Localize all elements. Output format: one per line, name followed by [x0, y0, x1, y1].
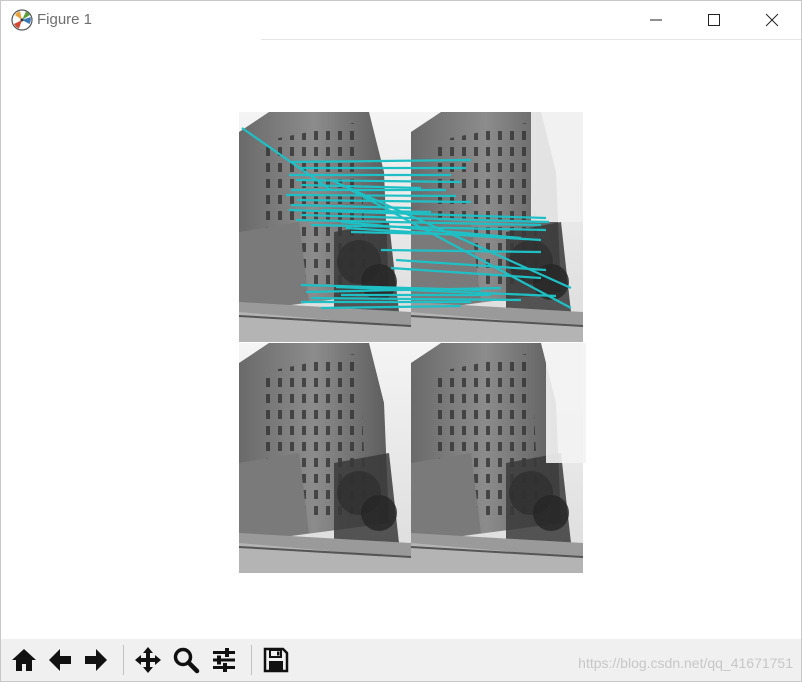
magnifier-icon — [173, 647, 200, 674]
arrow-right-icon — [85, 649, 107, 671]
title-bar[interactable]: Figure 1 — [1, 1, 801, 39]
arrow-left-icon — [49, 649, 71, 671]
sliders-icon — [213, 648, 235, 672]
floppy-disk-icon — [263, 647, 289, 673]
minimize-icon — [650, 19, 662, 21]
move-icon — [135, 647, 161, 673]
zoom-button[interactable] — [169, 643, 203, 677]
figure-window: Figure 1 https://blog.csdn.net/qq_416717… — [0, 0, 802, 682]
navigation-toolbar: https://blog.csdn.net/qq_41671751 — [1, 639, 801, 681]
home-icon — [12, 649, 36, 671]
image-panel-bottom-right — [410, 342, 586, 574]
configure-subplots-button[interactable] — [207, 643, 241, 677]
image-panel-bottom-left — [238, 342, 412, 574]
window-title: Figure 1 — [37, 11, 93, 28]
figure-canvas[interactable] — [1, 40, 801, 638]
close-button[interactable] — [743, 1, 801, 39]
pan-button[interactable] — [131, 643, 165, 677]
home-button[interactable] — [7, 643, 41, 677]
forward-button[interactable] — [79, 643, 113, 677]
maximize-icon — [708, 14, 720, 26]
save-button[interactable] — [259, 643, 293, 677]
watermark-text: https://blog.csdn.net/qq_41671751 — [578, 655, 793, 671]
toolbar-separator — [123, 645, 124, 675]
minimize-button[interactable] — [627, 1, 685, 39]
maximize-button[interactable] — [685, 1, 743, 39]
back-button[interactable] — [43, 643, 77, 677]
matches-plot — [238, 111, 586, 574]
matplotlib-logo-icon — [11, 9, 33, 31]
toolbar-separator — [251, 645, 252, 675]
close-icon — [765, 13, 779, 27]
